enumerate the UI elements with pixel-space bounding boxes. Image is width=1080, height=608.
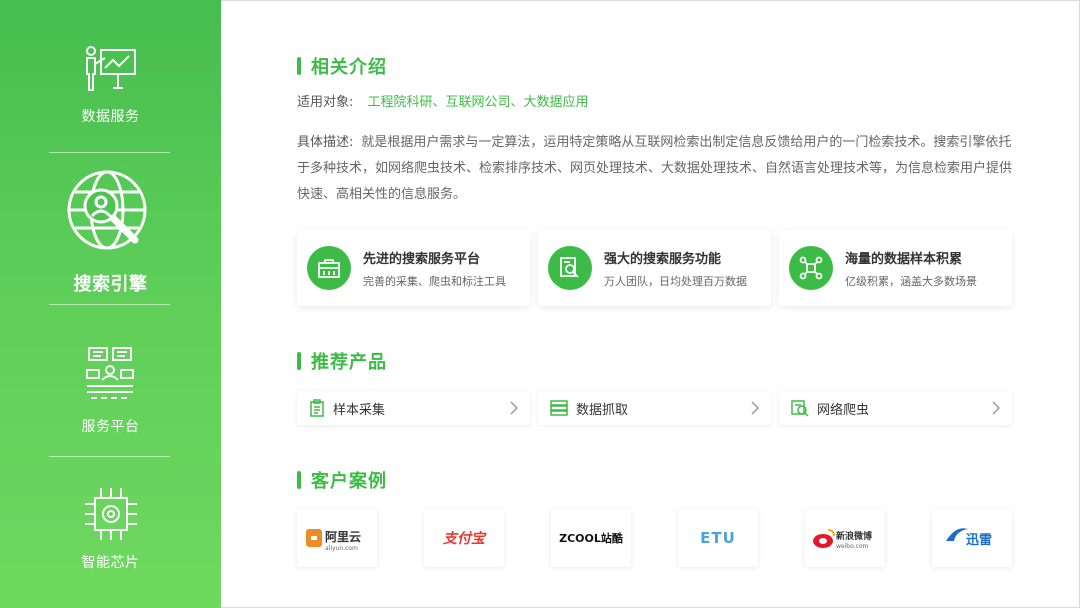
- feature-title: 海量的数据样本积累: [845, 251, 963, 267]
- chip-icon: [84, 488, 137, 540]
- chevron-right-icon: [992, 401, 1000, 415]
- sidebar: 数据服务 搜索引擎 服务平台 智能芯片: [0, 0, 221, 608]
- section-title-intro: 相关介绍: [297, 55, 387, 78]
- description-text: 就是根据用户需求与一定算法，运用特定策略从互联网检索出制定信息反馈给用户的一门检…: [297, 135, 1013, 202]
- search-document-icon: [548, 246, 592, 290]
- database-list-icon: [550, 400, 568, 416]
- toolbox-icon: [307, 246, 351, 290]
- sidebar-divider: [49, 456, 170, 457]
- svg-text:阿里云: 阿里云: [325, 529, 361, 544]
- title-accent-bar: [297, 352, 301, 370]
- description-block: 具体描述: 就是根据用户需求与一定算法，运用特定策略从互联网检索出制定信息反馈给用…: [297, 130, 1017, 208]
- svg-text:aliyun.com: aliyun.com: [325, 545, 358, 552]
- sidebar-item-smart-chip[interactable]: 智能芯片: [0, 486, 221, 572]
- section-title-products: 推荐产品: [297, 350, 387, 373]
- chevron-right-icon: [751, 401, 759, 415]
- feature-card-samples[interactable]: 海量的数据样本积累 亿级积累，涵盖大多数场景: [779, 230, 1012, 306]
- network-nodes-icon: [789, 246, 833, 290]
- weibo-logo: 新浪微博 weibo.com: [813, 529, 872, 550]
- web-search-icon: [791, 399, 809, 417]
- feature-subtitle: 完善的采集、爬虫和标注工具: [363, 274, 506, 288]
- sidebar-divider: [49, 152, 170, 153]
- product-data-capture[interactable]: 数据抓取: [538, 391, 771, 425]
- xunlei-logo: 迅雷: [946, 528, 992, 548]
- target-label: 适用对象:: [297, 95, 354, 110]
- feature-title: 强大的搜索服务功能: [604, 251, 722, 267]
- product-name: 数据抓取: [576, 402, 629, 418]
- sidebar-item-service-platform[interactable]: 服务平台: [0, 346, 221, 436]
- sidebar-item-label: 搜索引擎: [73, 274, 148, 295]
- chevron-right-icon: [510, 401, 518, 415]
- svg-text:新浪微博: 新浪微博: [836, 530, 872, 542]
- description-label: 具体描述:: [297, 135, 354, 150]
- product-web-crawler[interactable]: 网络爬虫: [779, 391, 1012, 425]
- svg-text:迅雷: 迅雷: [966, 532, 992, 548]
- client-logo-aliyun[interactable]: 阿里云 aliyun.com: [297, 509, 377, 567]
- sidebar-item-label: 数据服务: [81, 109, 140, 125]
- sidebar-item-search-engine[interactable]: 搜索引擎: [0, 168, 221, 296]
- aliyun-logo: 阿里云 aliyun.com: [306, 529, 361, 552]
- feature-card-function[interactable]: 强大的搜索服务功能 万人团队，日均处理百万数据: [538, 230, 771, 306]
- section-title-text: 客户案例: [311, 471, 387, 492]
- zcool-logo-text: ZCOOL站酷: [559, 532, 623, 545]
- target-value: 工程院科研、互联网公司、大数据应用: [367, 95, 589, 110]
- client-logo-xunlei[interactable]: 迅雷: [932, 509, 1012, 567]
- feature-card-platform[interactable]: 先进的搜索服务平台 完善的采集、爬虫和标注工具: [297, 230, 530, 306]
- target-audience-row: 适用对象: 工程院科研、互联网公司、大数据应用: [297, 90, 589, 116]
- client-logo-alipay[interactable]: 支付宝: [424, 509, 504, 567]
- title-accent-bar: [297, 471, 301, 489]
- sidebar-item-label: 服务平台: [81, 419, 140, 435]
- client-logo-zcool[interactable]: ZCOOL站酷: [551, 509, 631, 567]
- sidebar-item-data-service[interactable]: 数据服务: [0, 44, 221, 126]
- globe-magnifier-icon: [67, 170, 146, 250]
- sidebar-item-label: 智能芯片: [81, 555, 140, 571]
- product-name: 样本采集: [333, 402, 386, 418]
- client-logo-etu[interactable]: ETU: [678, 509, 758, 567]
- feature-title: 先进的搜索服务平台: [363, 251, 481, 267]
- feature-subtitle: 万人团队，日均处理百万数据: [604, 274, 747, 288]
- main-content: 相关介绍 适用对象: 工程院科研、互联网公司、大数据应用 具体描述: 就是根据用户…: [221, 0, 1080, 608]
- presentation-board-icon: [85, 46, 136, 91]
- alipay-logo-text: 支付宝: [443, 531, 485, 547]
- client-logo-weibo[interactable]: 新浪微博 weibo.com: [805, 509, 885, 567]
- product-sample-collection[interactable]: 样本采集: [297, 391, 530, 425]
- svg-text:weibo.com: weibo.com: [836, 543, 869, 550]
- clipboard-icon: [309, 399, 325, 417]
- sidebar-divider: [49, 304, 170, 305]
- section-title-text: 推荐产品: [311, 352, 387, 373]
- product-name: 网络爬虫: [817, 402, 870, 418]
- etu-logo-text: ETU: [700, 529, 736, 547]
- chat-people-icon: [85, 347, 134, 399]
- section-title-cases: 客户案例: [297, 469, 387, 492]
- feature-subtitle: 亿级积累，涵盖大多数场景: [845, 274, 977, 288]
- title-accent-bar: [297, 57, 301, 75]
- section-title-text: 相关介绍: [311, 57, 387, 78]
